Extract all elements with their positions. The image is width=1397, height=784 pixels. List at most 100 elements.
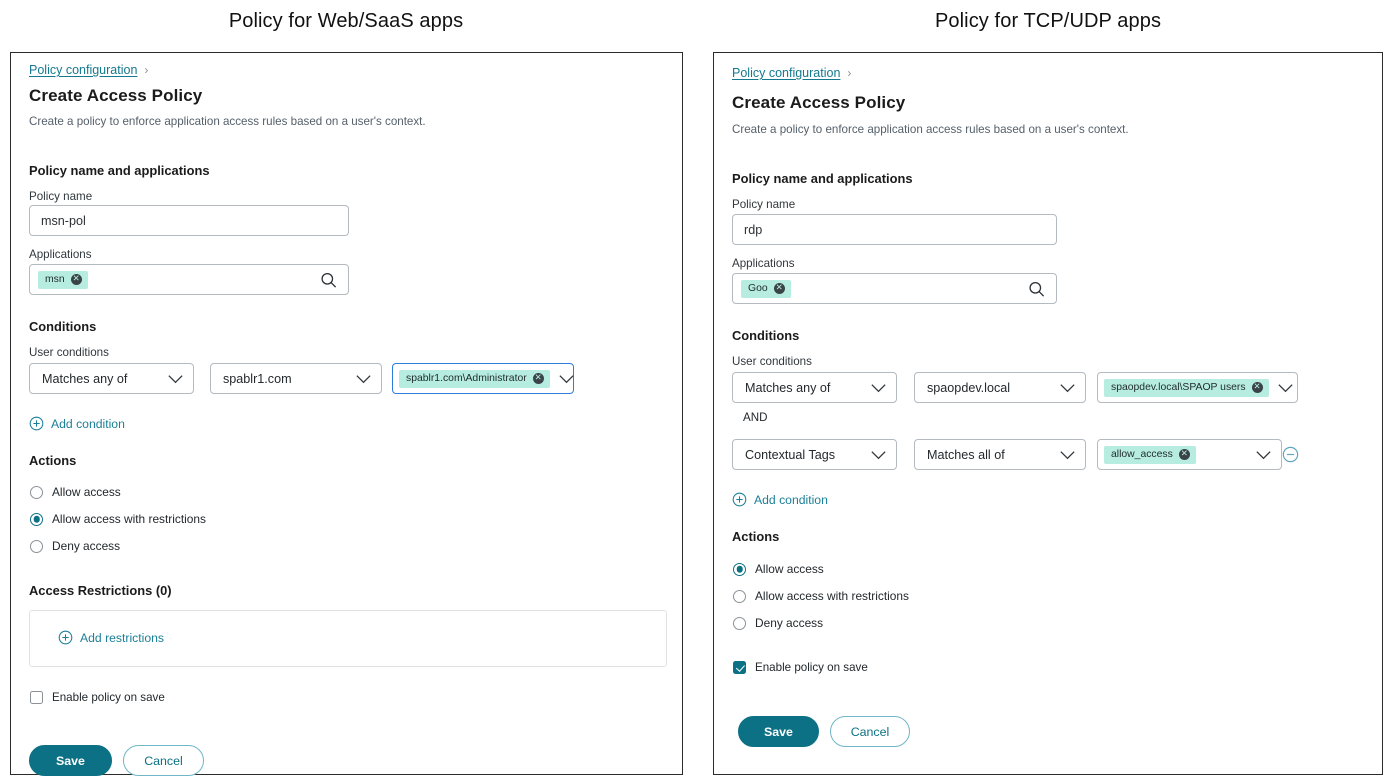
- plus-circle-icon: [732, 492, 747, 507]
- section-conditions: Conditions: [732, 328, 800, 343]
- chevron-down-icon: [559, 374, 574, 383]
- applications-input[interactable]: msn ✕: [29, 264, 349, 295]
- condition-2-source-select[interactable]: Matches all of: [914, 439, 1086, 470]
- checkbox-indicator: [30, 691, 43, 704]
- plus-circle-icon: [58, 630, 73, 645]
- search-icon[interactable]: [319, 270, 338, 289]
- radio-indicator: [30, 539, 43, 553]
- condition-1-source-select[interactable]: spaopdev.local: [914, 372, 1086, 403]
- applications-label: Applications: [29, 248, 92, 261]
- breadcrumb: Policy configuration ›: [29, 63, 148, 77]
- condition-source-select[interactable]: spablr1.com: [210, 363, 382, 394]
- access-restrictions-box: Add restrictions: [29, 610, 667, 667]
- condition-1-value-chip[interactable]: spaopdev.local\SPAOP users ✕: [1104, 378, 1269, 397]
- section-actions: Actions: [29, 453, 77, 468]
- screenshot-root: Policy for Web/SaaS apps Policy for TCP/…: [0, 0, 1397, 784]
- enable-policy-on-save-checkbox[interactable]: Enable policy on save: [30, 691, 165, 704]
- page-title: Create Access Policy: [732, 93, 906, 112]
- radio-allow-access-with-restrictions-label: Allow access with restrictions: [755, 589, 909, 603]
- right-panel-caption: Policy for TCP/UDP apps: [934, 10, 1162, 32]
- left-panel-caption: Policy for Web/SaaS apps: [228, 10, 464, 32]
- search-icon[interactable]: [1027, 279, 1046, 298]
- page-title: Create Access Policy: [29, 86, 203, 105]
- radio-indicator: [733, 589, 746, 603]
- radio-allow-access-label: Allow access: [52, 485, 121, 499]
- breadcrumb: Policy configuration ›: [732, 66, 851, 80]
- add-condition-button[interactable]: Add condition: [29, 416, 125, 431]
- section-policy-name-applications: Policy name and applications: [29, 163, 210, 178]
- close-icon[interactable]: ✕: [1251, 382, 1263, 393]
- save-button[interactable]: Save: [738, 716, 819, 747]
- condition-operator-select[interactable]: Matches any of: [29, 363, 194, 394]
- chevron-down-icon: [1060, 450, 1075, 459]
- breadcrumb-chevron-icon: ›: [847, 66, 852, 80]
- condition-value-chip[interactable]: spablr1.com\Administrator ✕: [399, 369, 550, 388]
- application-chip-label: Goo: [748, 282, 768, 294]
- policy-name-value: rdp: [744, 222, 763, 237]
- radio-indicator: [733, 616, 746, 630]
- chevron-down-icon: [1060, 383, 1075, 392]
- condition-1-operator-select[interactable]: Matches any of: [732, 372, 897, 403]
- condition-1-value-chip-label: spaopdev.local\SPAOP users: [1111, 381, 1246, 393]
- policy-name-value: msn-pol: [41, 213, 86, 228]
- add-condition-label: Add condition: [51, 416, 125, 431]
- page-subtitle: Create a policy to enforce application a…: [29, 115, 426, 128]
- close-icon[interactable]: ✕: [773, 283, 785, 294]
- condition-1-operator-value: Matches any of: [745, 380, 831, 395]
- condition-value-select[interactable]: spablr1.com\Administrator ✕: [392, 363, 574, 394]
- enable-policy-on-save-checkbox[interactable]: Enable policy on save: [733, 661, 868, 674]
- section-actions: Actions: [732, 529, 780, 544]
- add-condition-label: Add condition: [754, 492, 828, 507]
- tcp-udp-policy-panel: Policy configuration › Create Access Pol…: [713, 52, 1383, 775]
- close-icon[interactable]: ✕: [1178, 449, 1190, 460]
- radio-allow-access[interactable]: Allow access: [30, 485, 121, 499]
- breadcrumb-policy-configuration-link[interactable]: Policy configuration: [29, 63, 137, 77]
- section-conditions: Conditions: [29, 319, 97, 334]
- condition-operator-value: Matches any of: [42, 371, 128, 386]
- cancel-button[interactable]: Cancel: [830, 716, 910, 747]
- application-chip[interactable]: msn ✕: [38, 270, 88, 289]
- condition-2-value-chip[interactable]: allow_access ✕: [1104, 445, 1196, 464]
- checkbox-indicator: [733, 661, 746, 674]
- condition-2-source-value: Matches all of: [927, 447, 1005, 462]
- close-icon[interactable]: ✕: [532, 373, 544, 384]
- section-policy-name-applications: Policy name and applications: [732, 171, 913, 186]
- radio-deny-access[interactable]: Deny access: [733, 616, 823, 630]
- radio-allow-access-with-restrictions[interactable]: Allow access with restrictions: [30, 512, 206, 526]
- close-icon[interactable]: ✕: [70, 274, 82, 285]
- radio-deny-access-label: Deny access: [52, 539, 121, 553]
- chevron-down-icon: [356, 374, 371, 383]
- condition-2-value-select[interactable]: allow_access ✕: [1097, 439, 1282, 470]
- policy-name-input[interactable]: rdp: [732, 214, 1057, 245]
- add-restrictions-button[interactable]: Add restrictions: [58, 630, 164, 645]
- section-access-restrictions: Access Restrictions (0): [29, 583, 172, 598]
- cancel-button[interactable]: Cancel: [123, 745, 204, 776]
- condition-1-value-select[interactable]: spaopdev.local\SPAOP users ✕: [1097, 372, 1298, 403]
- radio-indicator: [30, 512, 43, 526]
- add-restrictions-label: Add restrictions: [80, 630, 164, 645]
- chevron-down-icon: [871, 450, 886, 459]
- condition-1-source-value: spaopdev.local: [927, 380, 1011, 395]
- application-chip-label: msn: [45, 273, 65, 285]
- condition-join-and: AND: [743, 411, 768, 424]
- policy-name-input[interactable]: msn-pol: [29, 205, 349, 236]
- add-condition-button[interactable]: Add condition: [732, 492, 828, 507]
- application-chip[interactable]: Goo ✕: [741, 279, 791, 298]
- radio-deny-access-label: Deny access: [755, 616, 824, 630]
- applications-input[interactable]: Goo ✕: [732, 273, 1057, 304]
- radio-allow-access-with-restrictions[interactable]: Allow access with restrictions: [733, 589, 909, 603]
- save-button[interactable]: Save: [29, 745, 112, 776]
- condition-2-value-chip-label: allow_access: [1111, 448, 1173, 460]
- plus-circle-icon: [29, 416, 44, 431]
- policy-name-label: Policy name: [29, 190, 93, 203]
- breadcrumb-policy-configuration-link[interactable]: Policy configuration: [732, 66, 840, 80]
- radio-deny-access[interactable]: Deny access: [30, 539, 120, 553]
- breadcrumb-chevron-icon: ›: [144, 63, 149, 77]
- condition-2-operator-select[interactable]: Contextual Tags: [732, 439, 897, 470]
- radio-indicator: [30, 485, 43, 499]
- radio-indicator: [733, 562, 746, 576]
- radio-allow-access[interactable]: Allow access: [733, 562, 824, 576]
- minus-circle-icon[interactable]: [1282, 446, 1299, 463]
- chevron-down-icon: [1277, 383, 1293, 392]
- radio-allow-access-with-restrictions-label: Allow access with restrictions: [52, 512, 206, 526]
